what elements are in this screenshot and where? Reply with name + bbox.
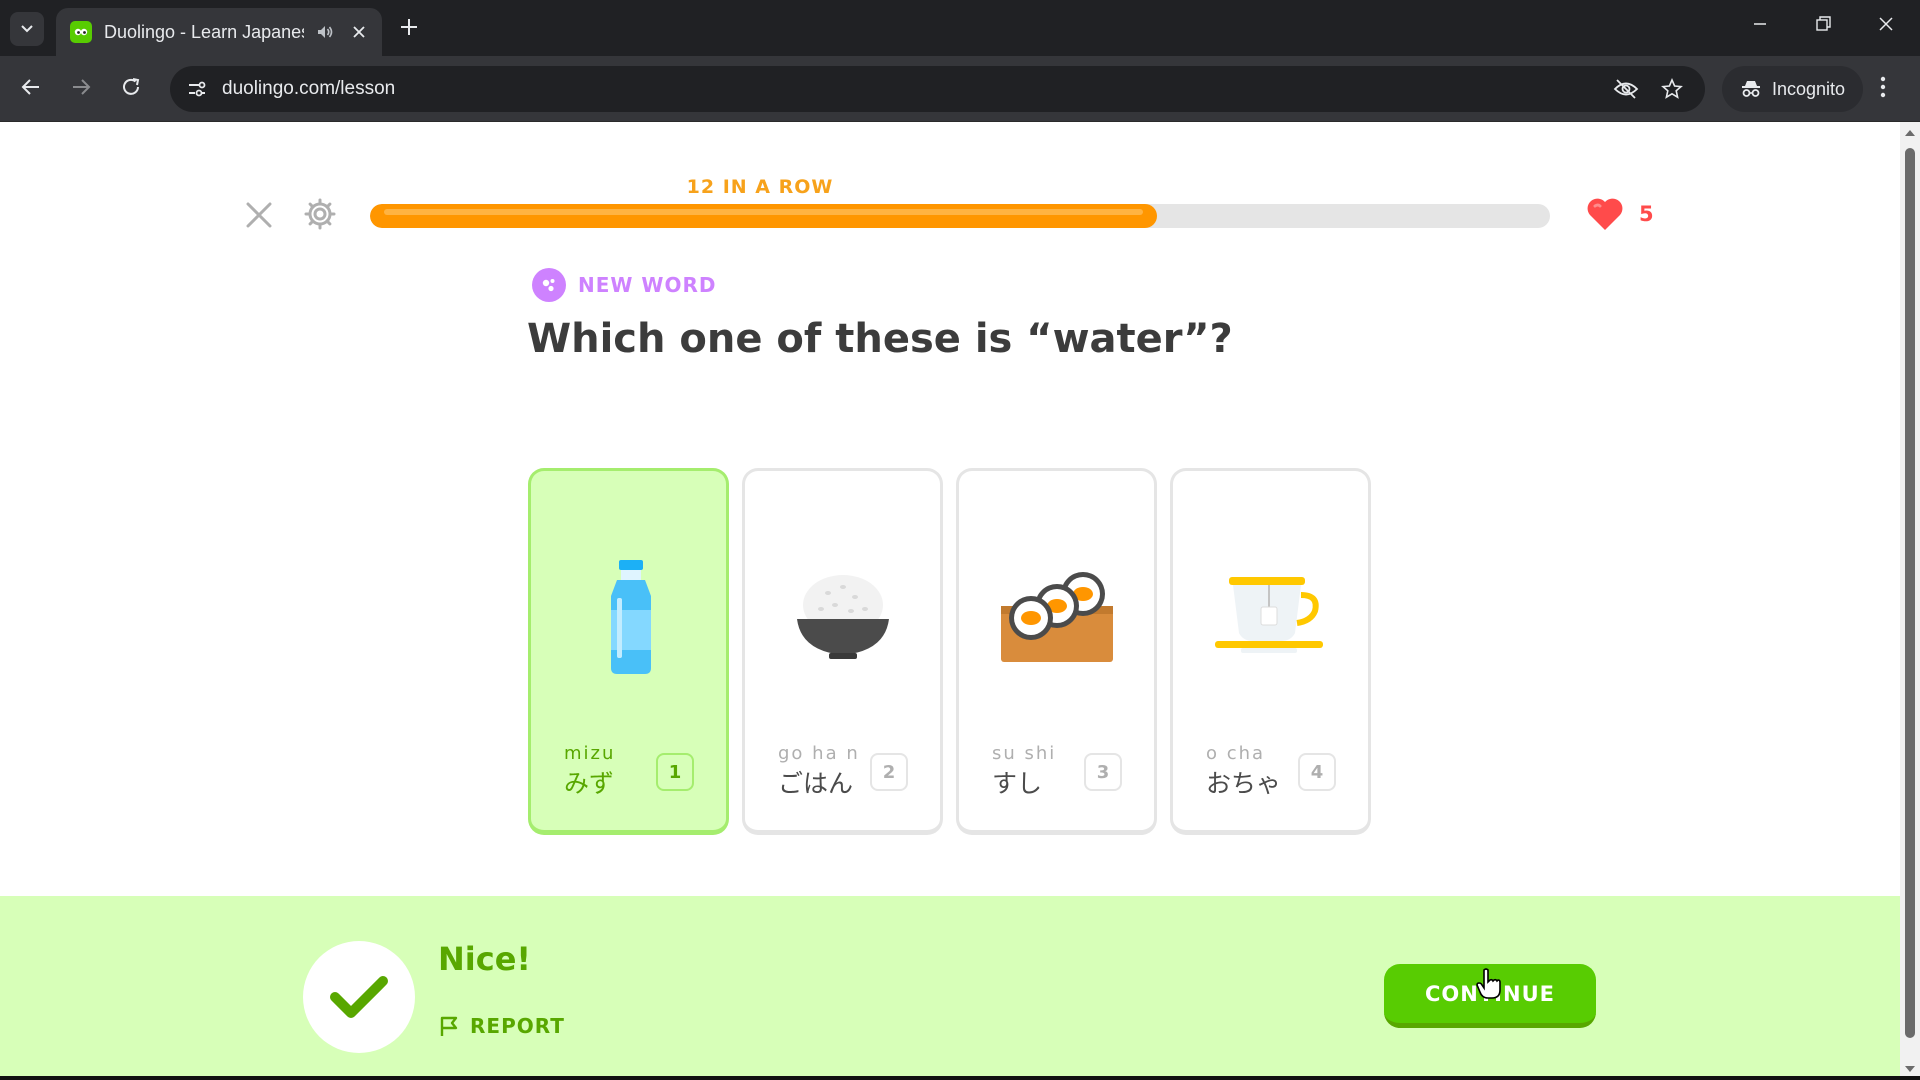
tab-search-button[interactable] [10,12,44,46]
report-button[interactable]: REPORT [438,1014,565,1038]
forward-arrow-icon[interactable] [70,76,92,98]
page-scrollbar[interactable] [1900,122,1920,1080]
choice-kana: おちゃ [1206,769,1282,798]
tea-cup-icon [1173,551,1368,681]
url-text[interactable]: duolingo.com/lesson [222,78,395,100]
choice-card-2[interactable]: go ha n ごはん 2 [742,468,943,835]
scroll-thumb[interactable] [1905,148,1915,1038]
duolingo-favicon-icon [70,21,92,43]
choice-label: mizu みず [564,743,615,800]
heart-icon [1587,198,1623,230]
bookmark-star-icon[interactable] [1661,78,1683,100]
lesson-progress-bar [370,204,1550,228]
close-lesson-icon[interactable] [244,200,274,230]
choice-card-3[interactable]: su shi すし 3 [956,468,1157,835]
checkmark-icon [303,941,415,1053]
choice-romaji: o cha [1206,743,1266,764]
scroll-down-arrow-icon[interactable] [1905,1066,1915,1072]
more-menu-icon[interactable] [1880,76,1886,98]
flag-icon [440,1016,458,1036]
rice-bowl-icon [745,551,940,681]
reload-icon[interactable] [120,76,142,98]
speaker-icon[interactable] [316,23,334,41]
choice-key: 4 [1298,753,1336,791]
site-settings-icon[interactable] [186,78,208,100]
browser-toolbar: duolingo.com/lesson Incognito [0,56,1920,122]
browser-tab[interactable]: Duolingo - Learn Japanese [56,8,382,56]
progress-fill [370,204,1158,228]
tab-title: Duolingo - Learn Japanese [104,21,304,42]
bottom-edge [0,1076,1920,1080]
choice-romaji: go ha n [778,743,860,764]
new-word-label: NEW WORD [578,273,717,297]
new-word-badge: NEW WORD [532,268,717,302]
hand-cursor-icon [1476,968,1502,1000]
choice-label: o cha おちゃ [1206,743,1281,800]
restore-icon[interactable] [1813,14,1833,34]
sparkle-icon [532,268,566,302]
choice-label: go ha n ごはん [778,743,860,800]
report-label: REPORT [470,1014,565,1038]
water-bottle-icon [531,551,726,681]
choice-kana: ごはん [778,769,854,798]
window-close-icon[interactable] [1876,14,1896,34]
browser-tab-bar: Duolingo - Learn Japanese [0,0,1920,56]
choice-key: 3 [1084,753,1122,791]
plus-icon[interactable] [398,16,420,38]
hearts-count: 5 [1639,202,1654,226]
chevron-down-icon [21,25,33,33]
scroll-up-arrow-icon[interactable] [1905,130,1915,136]
choice-kana: すし [992,769,1043,798]
incognito-icon [1742,81,1760,97]
choice-kana: みず [564,769,615,798]
choice-key: 1 [656,753,694,791]
address-bar[interactable]: duolingo.com/lesson [170,66,1705,112]
choice-label: su shi すし [992,743,1056,800]
streak-label: 12 IN A ROW [686,176,834,198]
incognito-label: Incognito [1772,78,1846,99]
sushi-icon [959,551,1154,681]
feedback-title: Nice! [438,940,532,978]
choice-card-4[interactable]: o cha おちゃ 4 [1170,468,1371,835]
gear-icon[interactable] [302,196,338,232]
choice-romaji: mizu [564,743,616,764]
feedback-panel: Nice! REPORT CONTINUE [0,896,1900,1080]
incognito-indicator[interactable]: Incognito [1722,66,1864,112]
eye-off-icon[interactable] [1613,78,1639,100]
hearts-counter[interactable]: 5 [1585,196,1654,232]
question-prompt: Which one of these is “water”? [527,316,1233,362]
minimize-icon[interactable] [1750,14,1770,34]
choice-card-1[interactable]: mizu みず 1 [528,468,729,835]
back-arrow-icon[interactable] [20,76,42,98]
choice-key: 2 [870,753,908,791]
progress-shine [384,209,1144,215]
choice-romaji: su shi [992,743,1057,764]
close-icon[interactable] [352,25,366,39]
